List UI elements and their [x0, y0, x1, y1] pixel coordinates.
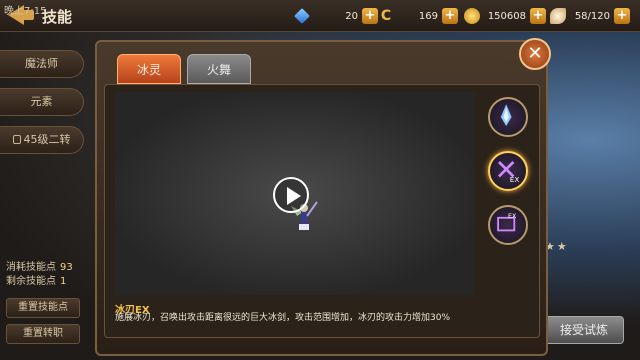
sidebar-item-mage[interactable]: 魔法师 — [0, 50, 84, 78]
svg-text:EX: EX — [508, 213, 517, 220]
add-c-button[interactable]: + — [442, 8, 458, 24]
resource-wing: 58/120 + — [550, 7, 630, 25]
lock-icon — [12, 135, 21, 144]
page-title: 技能 — [42, 8, 73, 26]
remaining-points: 剩余技能点 1 — [6, 272, 66, 287]
reset-class-button[interactable]: 重置转职 — [6, 324, 80, 344]
resource-value: 58/120 — [574, 10, 610, 22]
resource-value: 20 — [345, 10, 358, 22]
c-coin-icon: C — [380, 8, 392, 24]
diamond-icon — [294, 8, 310, 24]
gold-coin-icon — [464, 8, 480, 24]
ice-blade-ex-skill-icon[interactable]: EX — [488, 151, 528, 191]
reset-skill-points-button[interactable]: 重置技能点 — [6, 298, 80, 318]
left-panel: 魔法师 元素 45级二转 消耗技能点 93 剩余技能点 1 重置技能点 重置转职 — [0, 36, 86, 356]
accept-trial-button[interactable]: 接受试炼 — [544, 316, 624, 344]
play-icon[interactable] — [273, 177, 309, 213]
stat-label: 剩余技能点 — [6, 276, 56, 287]
wing-icon — [550, 8, 566, 24]
close-button[interactable]: ✕ — [519, 38, 551, 70]
resource-diamond: 20 + — [294, 7, 378, 25]
add-diamond-button[interactable]: + — [362, 8, 378, 24]
sidebar-item-element[interactable]: 元素 — [0, 88, 84, 116]
skill-description: 施展冰刃，召唤出攻击距离很远的巨大冰剑，攻击范围增加，冰刃的攻击力增加30% — [115, 313, 451, 323]
status-time: 晚上7:15 — [4, 6, 47, 17]
ice-crystal-skill-icon[interactable] — [488, 97, 528, 137]
stat-value: 1 — [60, 276, 67, 287]
used-points: 消耗技能点 93 — [6, 258, 73, 273]
sidebar-item-advance[interactable]: 45级二转 — [0, 126, 84, 154]
top-bar: 晚上7:15 技能 20 + C 169 + 150608 + 58/120 + — [0, 0, 640, 32]
skill-video[interactable] — [115, 92, 475, 295]
resource-value: 150608 — [487, 10, 526, 22]
svg-text:EX: EX — [510, 175, 520, 184]
sidebar-item-label: 45级二转 — [23, 133, 71, 146]
skill-preview-modal: 冰灵 火舞 ✕ 冰刃EX 施展冰刃，召唤出攻击距离很远的巨大冰剑，攻击范围增加，… — [95, 38, 551, 356]
tab-fire-dance[interactable]: 火舞 — [187, 54, 251, 84]
preview-panel: 冰刃EX 施展冰刃，召唤出攻击距离很远的巨大冰剑，攻击范围增加，冰刃的攻击力增加… — [104, 84, 540, 338]
add-gold-button[interactable]: + — [530, 8, 546, 24]
rating-stars: ★★ — [545, 240, 569, 253]
add-wing-button[interactable]: + — [614, 8, 630, 24]
tab-ice-spirit[interactable]: 冰灵 — [117, 54, 181, 84]
ice-shield-ex-skill-icon[interactable]: EX — [488, 205, 528, 245]
resource-value: 169 — [418, 10, 438, 22]
resource-c: C 169 + — [378, 7, 458, 25]
resource-gold: 150608 + — [464, 7, 546, 25]
